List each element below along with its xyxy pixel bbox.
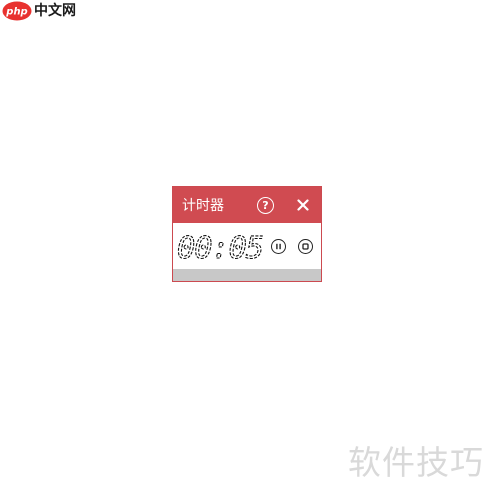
timer-window: 计时器 ? 00:05 <box>172 186 322 282</box>
help-button[interactable]: ? <box>257 197 274 214</box>
title-bar[interactable]: 计时器 ? <box>173 187 321 223</box>
close-icon <box>297 199 309 211</box>
logo-badge-text: php <box>5 7 27 18</box>
page: php 中文网 计时器 ? 00:05 软件技巧 <box>0 0 492 492</box>
timer-body: 00:05 <box>173 223 321 269</box>
php-cn-logo: php 中文网 <box>2 0 76 22</box>
stop-button[interactable] <box>298 239 313 254</box>
window-title: 计时器 <box>182 198 224 214</box>
status-strip <box>173 269 321 281</box>
help-icon: ? <box>262 199 269 212</box>
pause-button[interactable] <box>271 239 286 254</box>
time-value: 00:05 <box>177 232 263 262</box>
php-logo-badge: php <box>2 1 32 21</box>
time-display: 00:05 <box>177 232 265 262</box>
close-button[interactable] <box>294 196 312 214</box>
pause-icon <box>276 243 281 250</box>
watermark: 软件技巧 <box>348 443 484 482</box>
stop-icon <box>302 243 309 250</box>
logo-text: 中文网 <box>34 3 76 19</box>
